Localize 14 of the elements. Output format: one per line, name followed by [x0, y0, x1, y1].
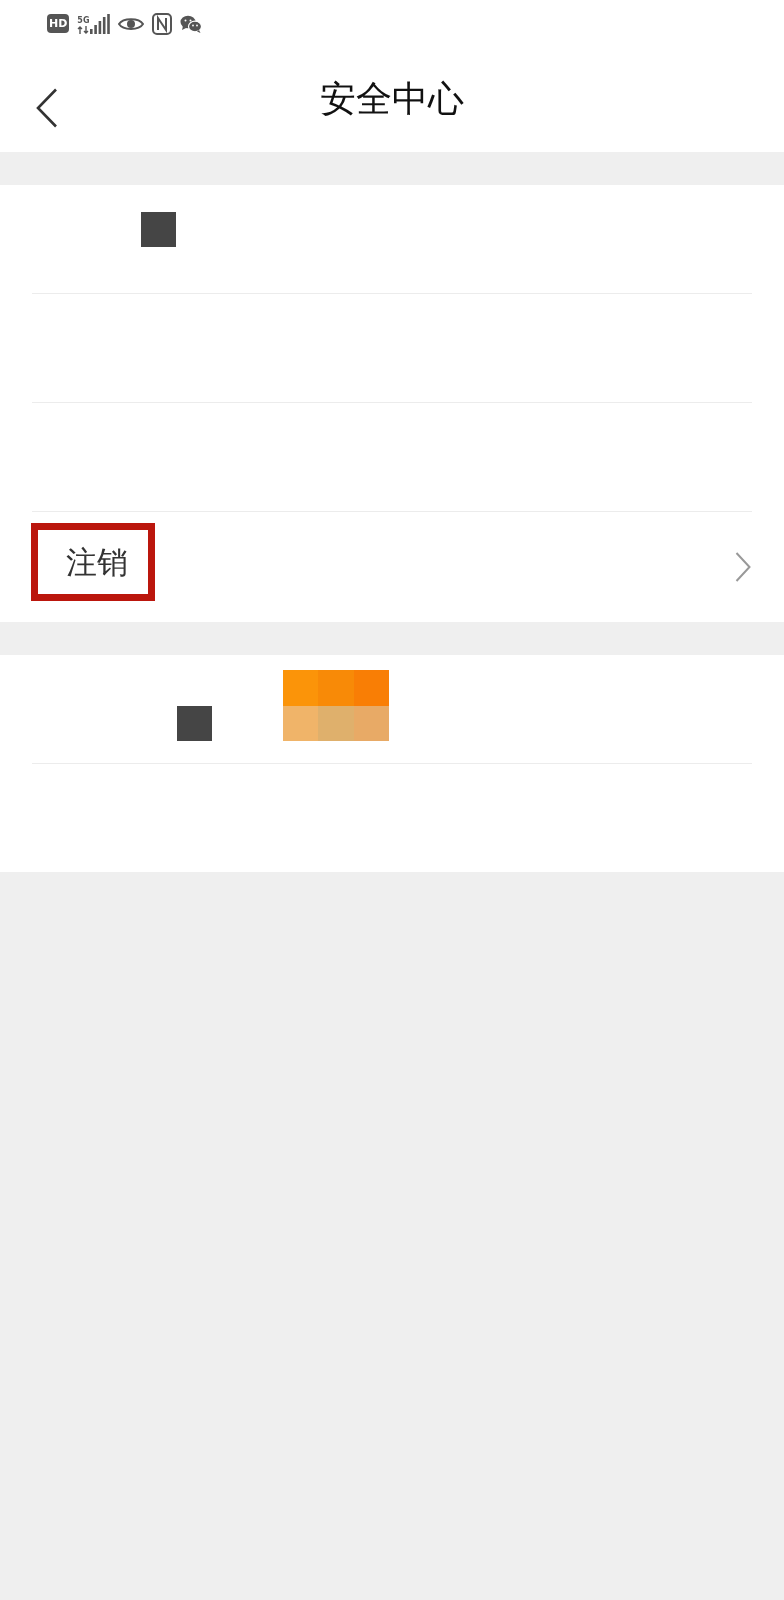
data-arrows-icon [77, 25, 90, 34]
row-label: 注销 [66, 543, 128, 582]
hd-indicator: HD [47, 14, 70, 33]
chat-bubbles-icon [180, 14, 203, 33]
signal-icon [90, 13, 111, 34]
cancel-account-row[interactable]: 注销 [0, 512, 784, 622]
redaction-block [177, 706, 212, 741]
nfc-icon [152, 12, 173, 35]
redaction-block [141, 212, 176, 247]
chevron-right-icon [735, 552, 751, 582]
back-chevron-icon [36, 88, 58, 128]
network-type-label: 5G [77, 15, 90, 25]
page-title: 安全中心 [320, 76, 464, 121]
eye-icon [118, 15, 145, 32]
